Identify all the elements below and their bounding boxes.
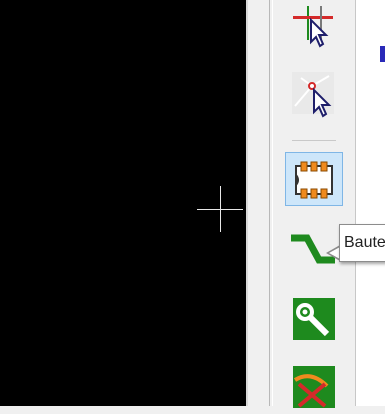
highlight-net-icon <box>293 6 333 48</box>
add-footprint-button[interactable] <box>285 152 343 206</box>
panel-blue-marker <box>380 46 385 62</box>
add-footprint-icon <box>295 161 333 199</box>
crosshair-cursor-vertical <box>220 186 221 232</box>
add-via-icon <box>293 298 335 340</box>
add-via-button[interactable] <box>285 292 343 346</box>
splitter[interactable] <box>269 0 270 406</box>
local-ratsnest-button[interactable] <box>285 66 343 120</box>
local-ratsnest-icon <box>292 72 334 118</box>
tooltip: Bauteil <box>339 224 385 262</box>
pcb-canvas[interactable] <box>0 0 246 406</box>
highlight-net-button[interactable] <box>285 0 343 54</box>
toolbar-separator <box>292 140 336 141</box>
